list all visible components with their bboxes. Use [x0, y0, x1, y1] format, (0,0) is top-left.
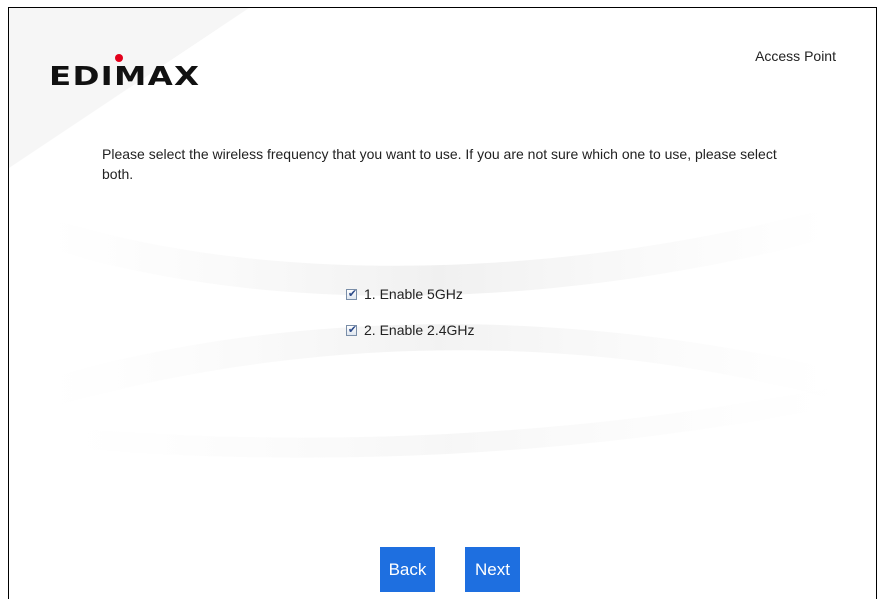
device-mode-label: Access Point: [755, 48, 836, 64]
checkmark-icon: ✔: [347, 322, 358, 336]
logo-text: EDIMAX: [49, 62, 201, 92]
logo-dot: [115, 54, 123, 62]
enable-24ghz-checkbox[interactable]: ✔: [346, 322, 358, 336]
enable-5ghz-checkbox[interactable]: ✔: [346, 286, 358, 300]
next-button[interactable]: Next: [465, 547, 520, 592]
enable-5ghz-label: 1. Enable 5GHz: [364, 286, 463, 302]
checkmark-icon: ✔: [347, 286, 358, 300]
setup-wizard-panel: EDIMAX Access Point Please select the wi…: [8, 7, 877, 599]
frequency-options: ✔ 1. Enable 5GHz ✔ 2. Enable 2.4GHz: [346, 284, 475, 356]
enable-5ghz-option[interactable]: ✔ 1. Enable 5GHz: [346, 284, 475, 304]
instructions-text: Please select the wireless frequency tha…: [102, 146, 777, 182]
enable-24ghz-label: 2. Enable 2.4GHz: [364, 322, 475, 338]
back-button[interactable]: Back: [380, 547, 435, 592]
enable-24ghz-option[interactable]: ✔ 2. Enable 2.4GHz: [346, 320, 475, 340]
edimax-logo: EDIMAX: [49, 54, 201, 92]
